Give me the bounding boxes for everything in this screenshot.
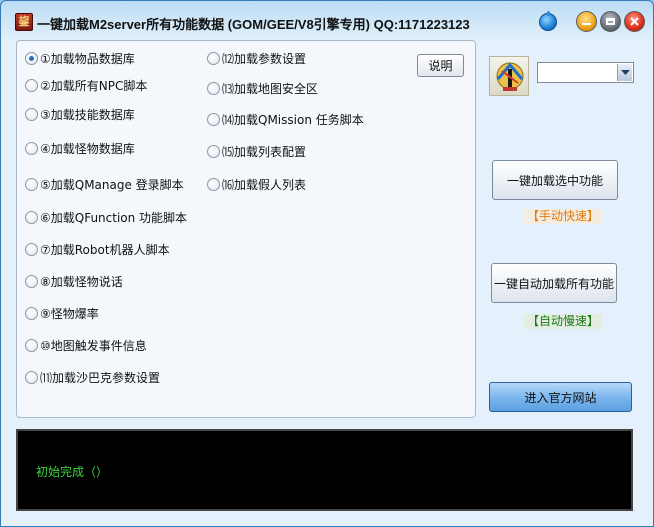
server-select[interactable] — [537, 62, 634, 83]
option-load-bot-list[interactable]: ⒃加载假人列表 — [207, 176, 306, 193]
option-label: ⑿加载参数设置 — [222, 52, 307, 66]
option-load-list-config[interactable]: ⒂加载列表配置 — [207, 143, 306, 160]
option-label: ③加载技能数据库 — [40, 108, 135, 122]
option-label: ④加载怪物数据库 — [40, 142, 135, 156]
load-all-auto-button[interactable]: 一键自动加载所有功能 — [491, 263, 617, 303]
app-logo — [489, 56, 529, 96]
option-load-npc-scripts[interactable]: ②加载所有NPC脚本 — [25, 77, 147, 94]
option-label: ⒀加载地图安全区 — [222, 82, 319, 96]
official-site-button[interactable]: 进入官方网站 — [489, 382, 632, 412]
option-label: ⑥加载QFunction 功能脚本 — [40, 211, 188, 225]
radio-indicator[interactable] — [25, 307, 38, 320]
radio-indicator[interactable] — [207, 178, 220, 191]
option-load-robot[interactable]: ⑦加载Robot机器人脚本 — [25, 241, 170, 258]
window-title: 一键加载M2server所有功能数据 (GOM/GEE/V8引擎专用) QQ:1… — [37, 17, 470, 32]
radio-indicator[interactable] — [207, 145, 220, 158]
option-load-skills[interactable]: ③加载技能数据库 — [25, 106, 135, 123]
manual-fast-tag: 【手动快速】 — [524, 209, 603, 224]
radio-indicator[interactable] — [25, 243, 38, 256]
minimize-button[interactable] — [576, 11, 597, 32]
load-selected-button[interactable]: 一键加载选中功能 — [492, 160, 618, 200]
maximize-button[interactable] — [600, 11, 621, 32]
app-logo-icon — [496, 62, 524, 91]
option-label: ⑨怪物爆率 — [40, 307, 99, 321]
console-status-text: 初始完成（） — [36, 465, 109, 479]
option-load-items[interactable]: ①加载物品数据库 — [25, 50, 135, 67]
option-monster-drop-rate[interactable]: ⑨怪物爆率 — [25, 305, 99, 322]
option-load-qmanage[interactable]: ⑤加载QManage 登录脚本 — [25, 176, 184, 193]
app-icon: 鋆 — [15, 13, 33, 31]
option-label: ⑾加载沙巴克参数设置 — [40, 371, 161, 385]
option-load-qmission[interactable]: ⒁加载QMission 任务脚本 — [207, 111, 364, 128]
option-load-monster-speech[interactable]: ⑧加载怪物说话 — [25, 273, 123, 290]
chevron-down-icon[interactable] — [617, 64, 632, 81]
radio-indicator[interactable] — [25, 339, 38, 352]
radio-indicator[interactable] — [25, 371, 38, 384]
log-console[interactable]: 初始完成（） — [16, 429, 633, 511]
close-icon — [630, 17, 639, 26]
option-load-safe-zone[interactable]: ⒀加载地图安全区 — [207, 80, 318, 97]
window-controls — [539, 10, 645, 32]
skin-globe-icon[interactable] — [539, 10, 557, 31]
radio-indicator[interactable] — [25, 142, 38, 155]
radio-indicator[interactable] — [207, 82, 220, 95]
auto-slow-tag: 【自动慢速】 — [524, 314, 603, 329]
radio-indicator[interactable] — [25, 275, 38, 288]
option-load-params[interactable]: ⑿加载参数设置 — [207, 50, 306, 67]
radio-indicator[interactable] — [207, 52, 220, 65]
option-label: ⑦加载Robot机器人脚本 — [40, 243, 170, 257]
description-button[interactable]: 说明 — [417, 54, 464, 77]
option-label: ⑩地图触发事件信息 — [40, 339, 147, 353]
radio-indicator[interactable] — [207, 113, 220, 126]
option-label: ②加载所有NPC脚本 — [40, 79, 148, 93]
radio-indicator[interactable] — [25, 178, 38, 191]
option-label: ①加载物品数据库 — [40, 52, 135, 66]
radio-indicator[interactable] — [25, 79, 38, 92]
option-label: ⑧加载怪物说话 — [40, 275, 123, 289]
option-castle-settings[interactable]: ⑾加载沙巴克参数设置 — [25, 369, 160, 386]
option-label: ⒃加载假人列表 — [222, 178, 307, 192]
radio-indicator[interactable] — [25, 211, 38, 224]
title-bar[interactable]: 鋆 一键加载M2server所有功能数据 (GOM/GEE/V8引擎专用) QQ… — [1, 1, 653, 43]
close-button[interactable] — [624, 11, 645, 32]
option-label: ⒂加载列表配置 — [222, 145, 307, 159]
radio-indicator[interactable] — [25, 108, 38, 121]
radio-indicator[interactable] — [25, 52, 38, 65]
option-label: ⑤加载QManage 登录脚本 — [40, 178, 184, 192]
option-load-monsters[interactable]: ④加载怪物数据库 — [25, 140, 135, 157]
option-map-events[interactable]: ⑩地图触发事件信息 — [25, 337, 147, 354]
option-label: ⒁加载QMission 任务脚本 — [222, 113, 364, 127]
option-load-qfunction[interactable]: ⑥加载QFunction 功能脚本 — [25, 209, 187, 226]
